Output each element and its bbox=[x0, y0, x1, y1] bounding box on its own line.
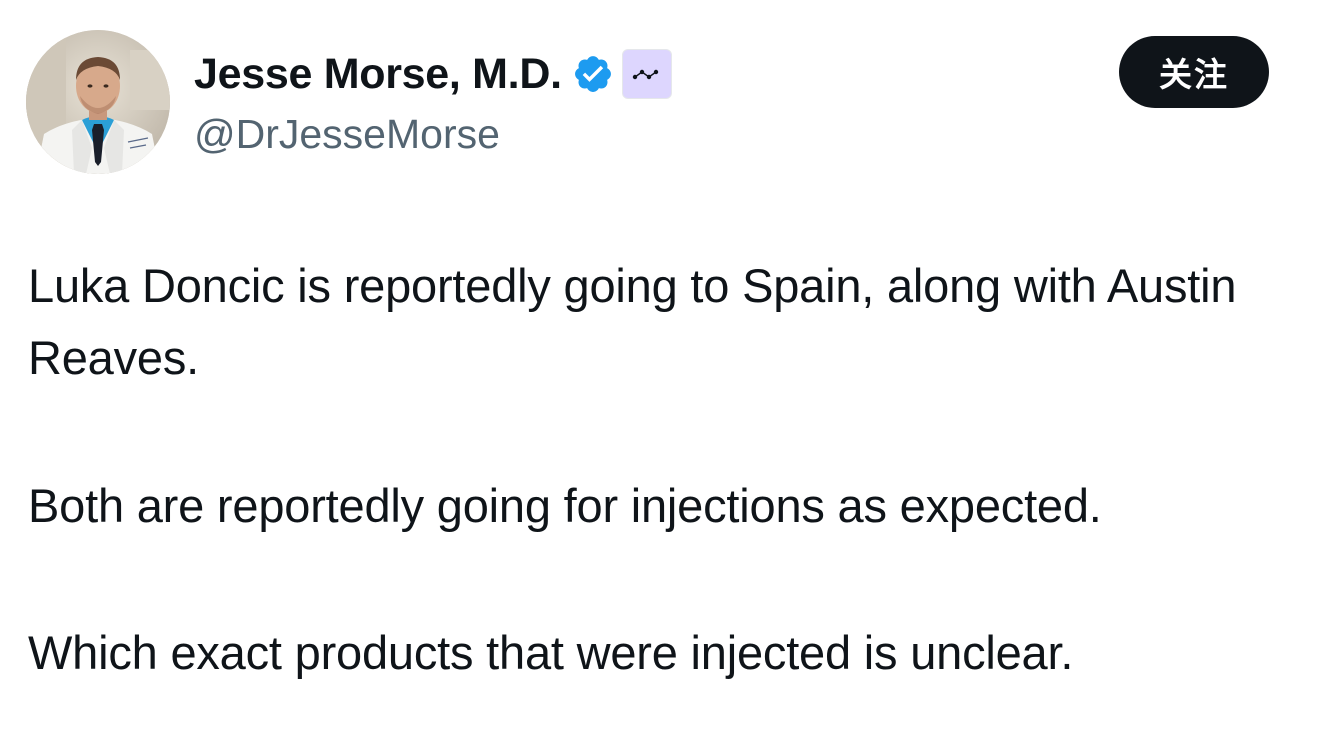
tweet-paragraph-3: Which exact products that were injected … bbox=[28, 626, 1074, 679]
profile-photo-icon bbox=[26, 30, 170, 174]
author-name-row: Jesse Morse, M.D. bbox=[194, 46, 672, 102]
follow-button[interactable]: 关注 bbox=[1119, 36, 1269, 108]
verified-badge-icon[interactable] bbox=[572, 53, 614, 95]
author-display-name[interactable]: Jesse Morse, M.D. bbox=[194, 46, 562, 102]
author-handle[interactable]: @DrJesseMorse bbox=[194, 108, 500, 160]
tweet-card: Jesse Morse, M.D. @DrJesseMorse 关注 Luka … bbox=[0, 0, 1320, 732]
tweet-paragraph-1: Luka Doncic is reportedly going to Spain… bbox=[28, 259, 1237, 384]
avatar[interactable] bbox=[26, 30, 170, 174]
tweet-paragraph-2: Both are reportedly going for injections… bbox=[28, 479, 1102, 532]
affiliate-badge-icon[interactable] bbox=[621, 49, 672, 99]
